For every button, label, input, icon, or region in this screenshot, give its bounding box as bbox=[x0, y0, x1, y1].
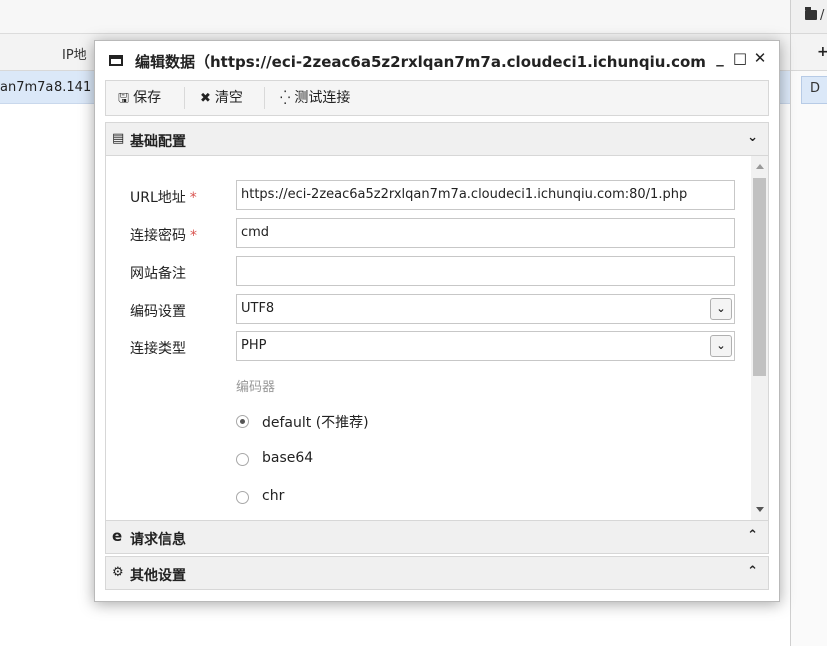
right-panel-toolbar: + bbox=[791, 34, 827, 71]
chevron-down-icon: ⌄ bbox=[747, 130, 758, 145]
chevron-up-icon: ⌃ bbox=[747, 528, 758, 543]
scrollbar-thumb[interactable] bbox=[753, 178, 766, 376]
url-label-text: URL地址 bbox=[130, 190, 186, 206]
password-label: 连接密码 * bbox=[130, 225, 197, 245]
note-row: 网站备注 bbox=[106, 256, 746, 286]
toolbar-divider bbox=[264, 87, 265, 109]
password-field[interactable]: cmd bbox=[236, 218, 735, 248]
section-basic-label: 基础配置 bbox=[130, 134, 186, 150]
encoder-option-label: base64 bbox=[262, 450, 314, 466]
encoder-option-label: chr bbox=[262, 488, 285, 504]
encoder-option-label: default (不推荐) bbox=[262, 415, 369, 431]
url-field[interactable]: https://eci-2zeac6a5z2rxlqan7m7a.cloudec… bbox=[236, 180, 735, 210]
clear-label: 清空 bbox=[214, 90, 243, 106]
folder-icon bbox=[805, 7, 817, 20]
main-toolbar-bg bbox=[0, 0, 790, 34]
required-mark: * bbox=[190, 228, 197, 244]
radio-checked-icon[interactable] bbox=[236, 415, 249, 428]
close-button[interactable]: ✕ bbox=[752, 49, 768, 67]
encoding-row: 编码设置 UTF8 ⌄ bbox=[106, 294, 746, 324]
window-icon bbox=[109, 55, 123, 66]
type-label: 连接类型 bbox=[130, 341, 186, 357]
password-label-text: 连接密码 bbox=[130, 228, 186, 244]
table-cell-url: an7m7a bbox=[0, 80, 54, 95]
encoding-label: 编码设置 bbox=[130, 304, 186, 320]
note-field[interactable] bbox=[236, 256, 735, 286]
connection-type-value: PHP bbox=[241, 338, 267, 353]
chevron-down-icon[interactable]: ⌄ bbox=[710, 335, 732, 357]
edit-data-dialog: 编辑数据（https://eci-2zeac6a5z2rxlqan7m7a.cl… bbox=[94, 40, 780, 602]
scroll-up-icon[interactable] bbox=[756, 164, 764, 169]
chevron-up-icon: ⌃ bbox=[747, 564, 758, 579]
section-request-label: 请求信息 bbox=[130, 532, 186, 548]
floppy-icon: 🖫 bbox=[118, 91, 130, 106]
encoding-value: UTF8 bbox=[241, 301, 275, 316]
chevron-down-icon[interactable]: ⌄ bbox=[710, 298, 732, 320]
save-button[interactable]: 🖫 保存 bbox=[118, 81, 161, 115]
minimize-button[interactable]: _ bbox=[712, 49, 728, 67]
ie-icon: e bbox=[112, 527, 123, 545]
category-item[interactable]: D bbox=[801, 76, 827, 104]
right-panel: / + D bbox=[791, 0, 827, 646]
encoding-select[interactable]: UTF8 ⌄ bbox=[236, 294, 735, 324]
category-item-label: D bbox=[810, 81, 821, 96]
column-header-ip[interactable]: IP地 bbox=[62, 44, 87, 63]
x-icon: ✖ bbox=[200, 91, 211, 106]
basic-config-panel: URL地址 * https://eci-2zeac6a5z2rxlqan7m7a.… bbox=[105, 156, 769, 520]
save-label: 保存 bbox=[133, 90, 162, 106]
dialog-titlebar[interactable]: 编辑数据（https://eci-2zeac6a5z2rxlqan7m7a.cl… bbox=[95, 41, 779, 77]
scroll-down-icon[interactable] bbox=[756, 507, 764, 512]
section-request-info[interactable]: e 请求信息 ⌃ bbox=[105, 520, 769, 554]
radio-unchecked-icon[interactable] bbox=[236, 453, 249, 466]
spinner-icon: ⁛ bbox=[280, 91, 291, 106]
dialog-toolbar: 🖫 保存 ✖ 清空 ⁛ 测试连接 bbox=[105, 80, 769, 116]
test-connection-button[interactable]: ⁛ 测试连接 bbox=[280, 81, 350, 115]
gears-icon: ⚙ bbox=[112, 565, 124, 580]
radio-unchecked-icon[interactable] bbox=[236, 491, 249, 504]
url-row: URL地址 * https://eci-2zeac6a5z2rxlqan7m7a.… bbox=[106, 180, 746, 210]
document-icon: ▤ bbox=[112, 131, 125, 146]
connection-type-select[interactable]: PHP ⌄ bbox=[236, 331, 735, 361]
right-panel-title: / bbox=[820, 8, 825, 23]
url-label: URL地址 * bbox=[130, 187, 197, 207]
type-row: 连接类型 PHP ⌄ bbox=[106, 331, 746, 361]
clear-button[interactable]: ✖ 清空 bbox=[200, 81, 243, 115]
password-row: 连接密码 * cmd bbox=[106, 218, 746, 248]
maximize-button[interactable]: □ bbox=[732, 49, 748, 67]
section-other-settings[interactable]: ⚙ 其他设置 ⌃ bbox=[105, 556, 769, 590]
test-label: 测试连接 bbox=[294, 90, 351, 106]
toolbar-divider bbox=[184, 87, 185, 109]
note-label: 网站备注 bbox=[130, 266, 186, 282]
dialog-title: 编辑数据（https://eci-2zeac6a5z2rxlqan7m7a.cl… bbox=[135, 53, 705, 71]
add-category-icon[interactable]: + bbox=[817, 44, 827, 60]
table-cell-ip: 8.141 bbox=[54, 80, 92, 95]
section-other-label: 其他设置 bbox=[130, 568, 186, 584]
encoder-label: 编码器 bbox=[236, 380, 276, 395]
vertical-scrollbar[interactable] bbox=[751, 156, 768, 520]
section-basic-config[interactable]: ▤ 基础配置 ⌄ bbox=[105, 122, 769, 156]
required-mark: * bbox=[189, 190, 197, 206]
right-panel-header: / bbox=[791, 0, 827, 34]
